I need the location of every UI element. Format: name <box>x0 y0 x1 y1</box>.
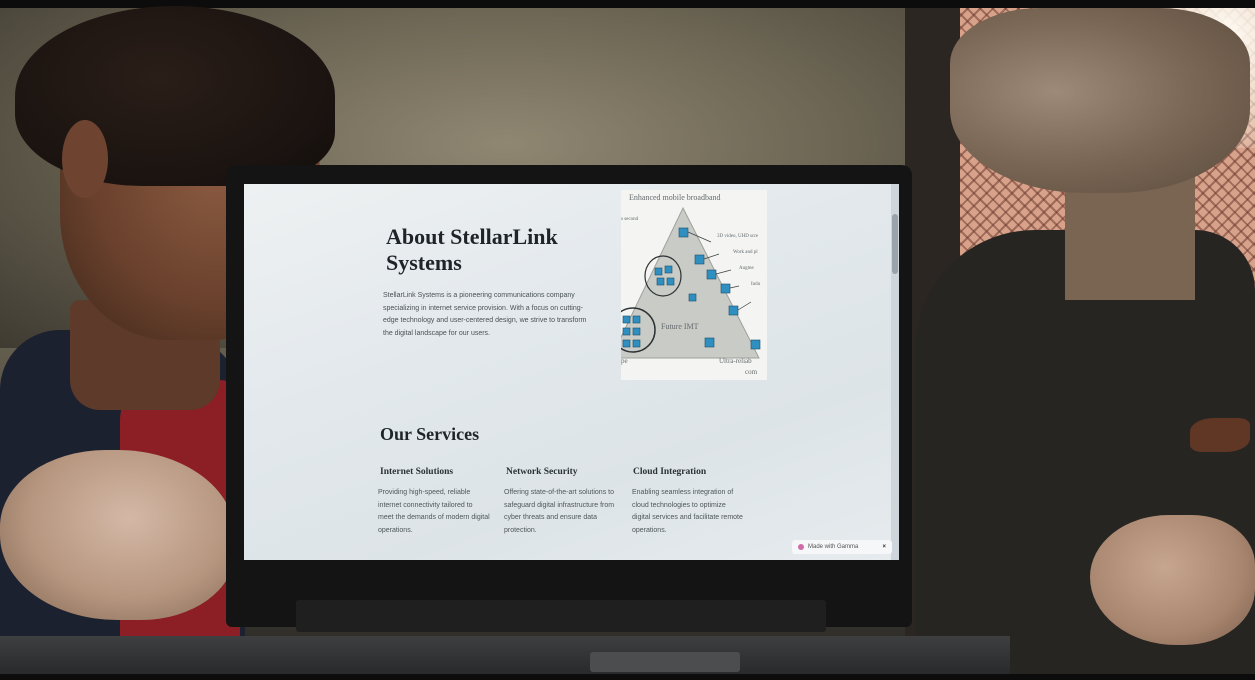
service-title-internet: Internet Solutions <box>380 467 454 477</box>
figure-caption-center: Future IMT <box>661 322 699 331</box>
laptop-trackpad <box>590 652 740 672</box>
figure-caption-left: s second <box>621 217 639 222</box>
figure-caption-right-3: Augme <box>739 266 754 271</box>
pyramid-diagram <box>621 206 761 359</box>
about-title: About StellarLink Systems <box>386 224 558 275</box>
right-person-face <box>950 8 1250 193</box>
services-title: Our Services <box>380 424 480 444</box>
close-icon[interactable]: × <box>882 544 886 550</box>
figure-caption-right-4: Indu <box>751 282 761 287</box>
left-person-ear <box>62 120 108 198</box>
figure-caption-bottom-right-2: com <box>745 368 758 376</box>
service-body-internet: Providing high-speed, reliable internet … <box>378 489 490 534</box>
letterbox-bottom <box>0 674 1255 680</box>
laptop-keyboard-deck <box>0 636 1010 676</box>
photo-scene: About StellarLink Systems StellarLink Sy… <box>0 0 1255 680</box>
figure-caption-bottom-left: pe <box>621 357 628 365</box>
made-with-gamma-badge[interactable]: Made with Gamma × <box>792 540 892 554</box>
network-pyramid-figure: Enhanced mobile broadband s second 3D vi… <box>621 190 767 380</box>
laptop-hinge <box>296 600 826 632</box>
service-body-cloud: Enabling seamless integration of cloud t… <box>632 489 743 534</box>
laptop-screen: About StellarLink Systems StellarLink Sy… <box>244 184 899 560</box>
figure-caption-right-2: Work and pl <box>733 250 758 255</box>
about-body: StellarLink Systems is a pioneering comm… <box>383 292 587 337</box>
scrollbar-thumb[interactable] <box>892 214 898 274</box>
right-person-shirt-logo <box>1190 418 1250 452</box>
service-title-security: Network Security <box>506 467 578 477</box>
figure-caption-bottom-right-1: Ultra-reliab <box>719 357 752 365</box>
left-person-hand <box>0 450 235 620</box>
service-title-cloud: Cloud Integration <box>633 467 707 477</box>
figure-caption-top: Enhanced mobile broadband <box>629 193 721 202</box>
service-body-security: Offering state-of-the-art solutions to s… <box>504 489 615 534</box>
gamma-logo-icon <box>798 544 804 550</box>
figure-caption-right-1: 3D video, UHD scre <box>717 234 759 239</box>
gamma-badge-label: Made with Gamma <box>808 544 859 550</box>
